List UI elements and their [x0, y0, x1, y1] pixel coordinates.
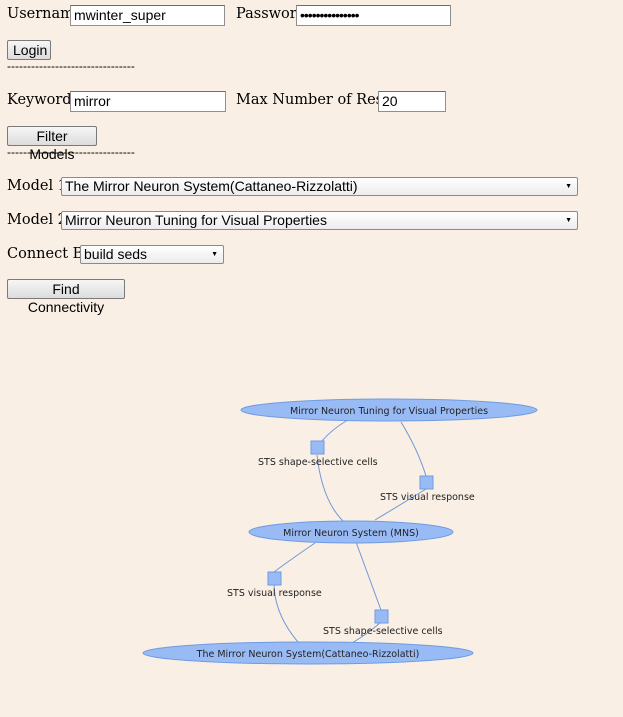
graph-connector-label: STS visual response	[380, 492, 475, 503]
graph-connector[interactable]	[310, 440, 325, 455]
graph-edge	[273, 542, 316, 573]
graph-node-label: Mirror Neuron Tuning for Visual Properti…	[290, 406, 488, 417]
connectivity-graph: Mirror Neuron Tuning for Visual Properti…	[142, 398, 538, 665]
graph-edge	[355, 541, 382, 611]
graph-node-label: The Mirror Neuron System(Cattaneo-Rizzol…	[196, 649, 420, 660]
graph-node-label: Mirror Neuron System (MNS)	[283, 528, 419, 539]
graph-connector[interactable]	[267, 571, 282, 586]
graph-edge	[400, 421, 427, 477]
graph-connector[interactable]	[419, 475, 434, 490]
graph-connector[interactable]	[374, 609, 389, 624]
graph-connector-label: STS shape-selective cells	[323, 626, 443, 637]
graph-connector-label: STS visual response	[227, 588, 322, 599]
graph-connector-label: STS shape-selective cells	[258, 457, 378, 468]
